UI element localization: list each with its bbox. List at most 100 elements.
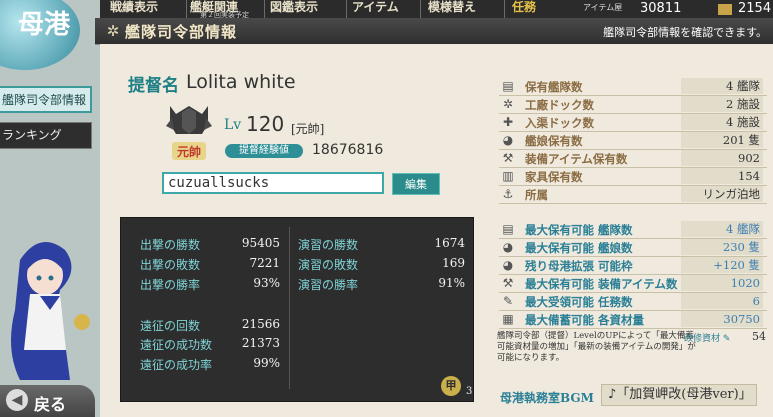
- row-value: リンガ泊地: [681, 186, 763, 202]
- menu-item-record[interactable]: 戦績表示: [110, 0, 158, 18]
- page-title: 艦隊司令部情報: [125, 23, 238, 41]
- stat-label: 演習の敗数: [298, 258, 359, 272]
- capacity-row: ✎ 最大受領可能 任務数 6: [499, 293, 767, 311]
- menu-item-interior[interactable]: 模様替え: [428, 0, 476, 18]
- menu-item-quest[interactable]: 任務: [512, 0, 536, 18]
- row-label: 装備アイテム保有数: [525, 152, 628, 166]
- ship-icon: ▤: [502, 222, 514, 236]
- capacity-note: 艦隊司令部（提督）LevelのUPによって「最大備蓄可能資材量の増加」「最新の装…: [497, 331, 696, 363]
- stat-value: 21566: [241, 317, 280, 331]
- divider: [346, 0, 347, 18]
- anchor-icon: ⚓: [502, 187, 514, 201]
- row-value: 4 施設: [681, 114, 763, 130]
- admiral-name: Lolita white: [186, 71, 296, 93]
- info-row: ▤ 保有艦隊数 4 艦隊: [499, 78, 767, 96]
- rank-emblem-icon: 元帥: [166, 106, 212, 160]
- medal-count: 3: [466, 386, 473, 397]
- divider: [186, 0, 187, 18]
- row-value: 2 施設: [681, 96, 763, 112]
- back-label: 戻る: [34, 395, 67, 414]
- row-label: 最大保有可能 艦隊数: [525, 223, 633, 237]
- bgm-selector[interactable]: ♪「加賀岬改(母港ver)」: [601, 384, 757, 406]
- admiral-rank: [元帥]: [291, 122, 325, 136]
- stat-label: 演習の勝数: [298, 238, 359, 252]
- divider: [420, 0, 421, 18]
- level-label: Lv: [224, 117, 242, 133]
- shop-label: アイテム屋: [583, 3, 623, 12]
- row-label: 保有艦隊数: [525, 80, 583, 94]
- shipgirl-icon: ◕: [502, 240, 514, 254]
- capacity-row: ◕ 最大保有可能 艦娘数 230 隻: [499, 239, 767, 257]
- coin-counter: 2154: [738, 1, 772, 16]
- resource-icon: ▦: [502, 312, 514, 326]
- tab-ranking[interactable]: ランキング: [0, 122, 92, 149]
- info-row: ▥ 家具保有数 154: [499, 168, 767, 186]
- info-row: ✲ 工廠ドック数 2 施設: [499, 96, 767, 114]
- improvement-material-text: 改修資材: [684, 334, 721, 344]
- admiral-name-label: 提督名: [128, 76, 179, 96]
- comment-input[interactable]: [162, 172, 384, 194]
- row-value: 902: [681, 150, 763, 166]
- info-row: ✚ 入渠ドック数 4 施設: [499, 114, 767, 132]
- menu-item-library[interactable]: 図鑑表示: [270, 0, 318, 18]
- row-label: 所属: [525, 188, 548, 202]
- improvement-material-label: 改修資材 ✎: [684, 331, 730, 344]
- stat-value: 95405: [241, 236, 280, 250]
- stat-label: 演習の勝率: [298, 278, 359, 292]
- stat-value: 91%: [438, 276, 465, 290]
- stat-label: 出撃の勝率: [140, 278, 201, 292]
- row-value: 201 隻: [681, 132, 763, 148]
- admiral-level: 120: [246, 112, 285, 136]
- info-row: ⚒ 装備アイテム保有数 902: [499, 150, 767, 168]
- row-label: 艦娘保有数: [525, 134, 583, 148]
- row-label: 最大保有可能 艦娘数: [525, 241, 633, 255]
- quest-icon: ✎: [502, 294, 514, 308]
- screwdriver-icon: ✎: [722, 334, 731, 344]
- repair-icon: ✚: [502, 115, 514, 129]
- gear-icon: ✲: [502, 97, 514, 111]
- admiral-exp: 18676816: [312, 142, 384, 158]
- shipgirl-icon: ◕: [502, 258, 514, 272]
- row-value: 6: [681, 293, 763, 309]
- equipment-icon: ⚒: [502, 151, 514, 165]
- back-button[interactable]: ◀ 戻る: [0, 385, 95, 417]
- row-value: +120 隻: [681, 257, 763, 273]
- stat-value: 99%: [253, 356, 280, 370]
- furniture-icon: ▥: [502, 169, 514, 183]
- rank-emblem-text: 元帥: [177, 144, 201, 159]
- row-label: 家具保有数: [525, 170, 583, 184]
- info-row: ◕ 艦娘保有数 201 隻: [499, 132, 767, 150]
- stat-label: 遠征の回数: [140, 319, 201, 333]
- page-description: 艦隊司令部情報を確認できます。: [603, 26, 767, 39]
- improvement-material-value: 54: [752, 330, 766, 343]
- tab-hq-info[interactable]: 艦隊司令部情報: [0, 86, 92, 113]
- gear-icon: ✲: [106, 22, 120, 40]
- stat-value: 169: [442, 256, 465, 270]
- row-value: 230 隻: [681, 239, 763, 255]
- stat-value: 7221: [249, 256, 280, 270]
- divider: [504, 0, 505, 18]
- coin-icon: [718, 4, 732, 15]
- row-value: 154: [681, 168, 763, 184]
- capacity-row: ◕ 残り母港拡張 可能枠 +120 隻: [499, 257, 767, 275]
- edit-button[interactable]: 編集: [392, 173, 440, 195]
- divider: [264, 0, 265, 18]
- row-value: 30750: [681, 311, 763, 327]
- info-row: ⚓ 所属 リンガ泊地: [499, 186, 767, 204]
- row-label: 最大保有可能 装備アイテム数: [525, 277, 678, 291]
- shipgirl-icon: ◕: [502, 133, 514, 147]
- medal-icon: 甲: [441, 376, 461, 396]
- stat-label: 出撃の敗数: [140, 258, 201, 272]
- secretary-shipgirl-icon: [11, 242, 90, 380]
- row-value: 4 艦隊: [681, 221, 763, 237]
- capacity-row: ▦ 最大備蓄可能 各資材量 30750: [499, 311, 767, 329]
- stat-value: 1674: [434, 236, 465, 250]
- menu-item-items[interactable]: アイテム: [352, 0, 399, 18]
- divider: [289, 227, 290, 389]
- back-arrow-icon: ◀: [6, 389, 28, 411]
- ship-icon: ▤: [502, 79, 514, 93]
- row-label: 入渠ドック数: [525, 116, 594, 130]
- row-value: 1020: [681, 275, 763, 291]
- bgm-label: 母港執務室BGM: [500, 391, 594, 405]
- equipment-icon: ⚒: [502, 276, 514, 290]
